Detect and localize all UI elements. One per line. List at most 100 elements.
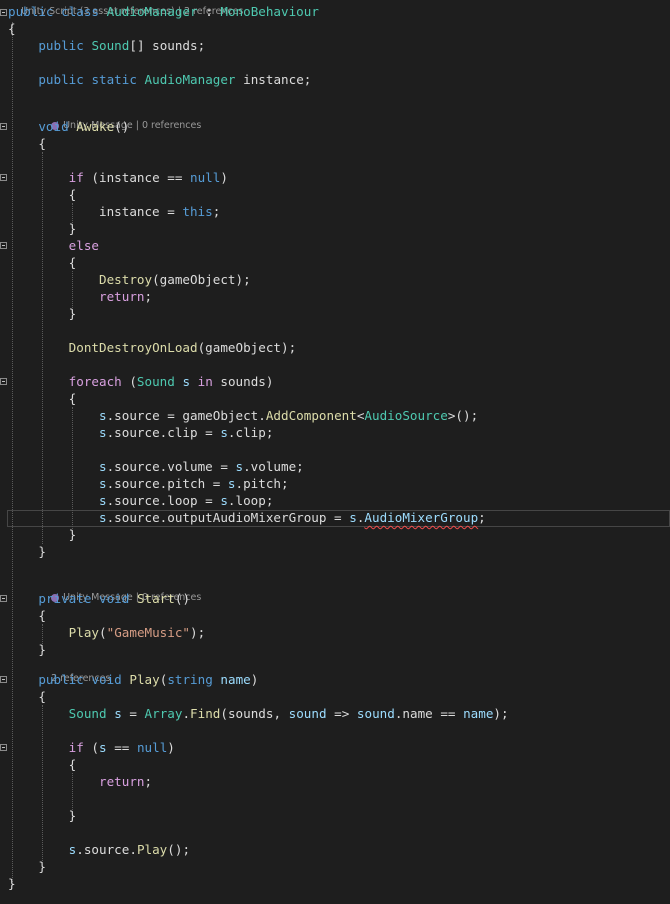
code-line[interactable]: if (instance == null) bbox=[8, 169, 228, 186]
code-token: { bbox=[8, 255, 77, 270]
code-token: s bbox=[227, 476, 236, 491]
code-token: .source. bbox=[76, 842, 137, 857]
code-token: (gameObject); bbox=[152, 272, 251, 287]
code-token: public bbox=[38, 672, 84, 687]
code-token: s bbox=[182, 374, 191, 389]
code-token: Play bbox=[68, 625, 100, 640]
code-line[interactable]: Play("GameMusic"); bbox=[8, 624, 206, 641]
code-token: .loop; bbox=[227, 493, 274, 508]
code-token: .source.outputAudioMixerGroup = bbox=[106, 510, 350, 525]
fold-toggle[interactable] bbox=[0, 676, 7, 683]
code-token: AddComponent bbox=[265, 408, 357, 423]
fold-toggle[interactable] bbox=[0, 242, 7, 249]
code-token: ; bbox=[144, 774, 153, 789]
code-line[interactable]: s.source = gameObject.AddComponent<Audio… bbox=[8, 407, 478, 424]
code-line[interactable]: public class AudioManager : MonoBehaviou… bbox=[8, 3, 319, 20]
fold-toggle[interactable] bbox=[0, 123, 7, 130]
code-token: AudioManager bbox=[106, 4, 198, 19]
code-line[interactable]: return; bbox=[8, 773, 152, 790]
code-line[interactable]: void Awake() bbox=[8, 118, 129, 135]
code-line[interactable]: s.source.volume = s.volume; bbox=[8, 458, 304, 475]
code-token: Sound bbox=[91, 38, 130, 53]
code-line[interactable]: s.source.outputAudioMixerGroup = s.Audio… bbox=[8, 509, 486, 526]
code-token: string bbox=[167, 672, 213, 687]
code-line[interactable]: { bbox=[8, 607, 46, 624]
code-line[interactable]: foreach (Sound s in sounds) bbox=[8, 373, 274, 390]
code-line[interactable]: } bbox=[8, 641, 46, 658]
code-token: .pitch; bbox=[235, 476, 289, 491]
code-token: .source = gameObject. bbox=[106, 408, 266, 423]
code-token: () bbox=[174, 591, 191, 606]
code-line[interactable]: else bbox=[8, 237, 99, 254]
code-line[interactable]: Sound s = Array.Find(sounds, sound => so… bbox=[8, 705, 509, 722]
code-token: null bbox=[136, 740, 168, 755]
code-line[interactable]: } bbox=[8, 526, 77, 543]
code-line[interactable]: } bbox=[8, 220, 77, 237]
code-token: . bbox=[182, 706, 191, 721]
code-line[interactable]: { bbox=[8, 254, 77, 271]
code-token: s bbox=[99, 459, 107, 474]
code-line[interactable]: return; bbox=[8, 288, 152, 305]
code-line[interactable]: } bbox=[8, 543, 46, 560]
code-token: { bbox=[8, 187, 77, 202]
code-token: ; bbox=[212, 204, 221, 219]
fold-toggle[interactable] bbox=[0, 174, 7, 181]
code-line[interactable]: { bbox=[8, 135, 46, 152]
code-token: in bbox=[197, 374, 213, 389]
code-token: { bbox=[8, 757, 77, 772]
code-line[interactable]: DontDestroyOnLoad(gameObject); bbox=[8, 339, 296, 356]
code-token: return bbox=[99, 774, 145, 789]
fold-toggle[interactable] bbox=[0, 744, 7, 751]
code-token: public bbox=[38, 38, 84, 53]
code-token: Play bbox=[129, 672, 160, 687]
code-token: s bbox=[99, 425, 107, 440]
code-line[interactable]: private void Start() bbox=[8, 590, 190, 607]
code-token: : bbox=[197, 4, 221, 19]
code-line[interactable]: public Sound[] sounds; bbox=[8, 37, 205, 54]
code-line[interactable]: { bbox=[8, 756, 77, 773]
fold-toggle[interactable] bbox=[0, 9, 7, 16]
fold-toggle[interactable] bbox=[0, 595, 7, 602]
code-line[interactable]: Destroy(gameObject); bbox=[8, 271, 251, 288]
code-line[interactable]: } bbox=[8, 858, 46, 875]
code-line[interactable]: } bbox=[8, 807, 77, 824]
code-line[interactable]: instance = this; bbox=[8, 203, 220, 220]
code-token: void bbox=[38, 119, 69, 134]
code-token: s bbox=[99, 493, 107, 508]
code-line[interactable]: { bbox=[8, 688, 46, 705]
code-token: == bbox=[106, 740, 137, 755]
fold-toggle[interactable] bbox=[0, 378, 7, 385]
code-line[interactable]: { bbox=[8, 186, 77, 203]
code-line[interactable]: public static AudioManager instance; bbox=[8, 71, 311, 88]
code-token: s bbox=[99, 476, 107, 491]
code-editor[interactable]: Unity Script (3 asset references) | 2 re… bbox=[0, 0, 670, 904]
code-line[interactable]: } bbox=[8, 305, 77, 322]
code-token: DontDestroyOnLoad bbox=[68, 340, 198, 355]
code-line[interactable]: s.source.pitch = s.pitch; bbox=[8, 475, 289, 492]
code-token: .clip; bbox=[227, 425, 274, 440]
code-line[interactable]: s.source.loop = s.loop; bbox=[8, 492, 273, 509]
code-token: () bbox=[114, 119, 130, 134]
code-line[interactable]: public void Play(string name) bbox=[8, 671, 258, 688]
code-line[interactable]: { bbox=[8, 390, 77, 407]
code-token: } bbox=[8, 544, 46, 559]
code-line[interactable]: { bbox=[8, 20, 16, 37]
code-token: { bbox=[8, 689, 46, 704]
code-line[interactable]: if (s == null) bbox=[8, 739, 175, 756]
code-line[interactable]: } bbox=[8, 875, 16, 892]
code-line[interactable]: s.source.clip = s.clip; bbox=[8, 424, 273, 441]
code-token: ( bbox=[99, 625, 107, 640]
code-token: s bbox=[349, 510, 357, 525]
code-token: class bbox=[61, 4, 100, 19]
code-line[interactable]: s.source.Play(); bbox=[8, 841, 190, 858]
